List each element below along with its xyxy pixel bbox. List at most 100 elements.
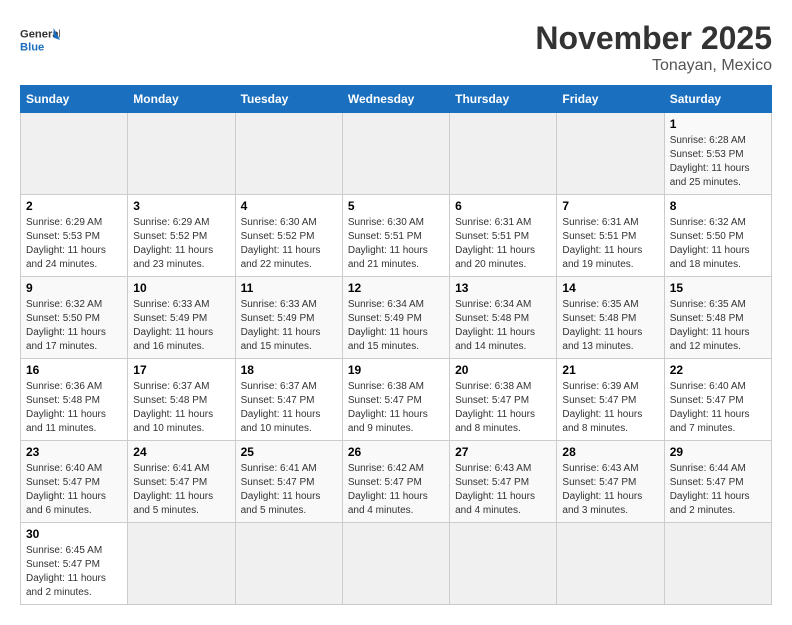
day-info: Sunrise: 6:31 AM Sunset: 5:51 PM Dayligh… bbox=[562, 216, 658, 272]
logo-icon: General Blue bbox=[20, 20, 60, 60]
day-header-friday: Friday bbox=[557, 86, 664, 113]
calendar-cell: 10 Sunrise: 6:33 AM Sunset: 5:49 PM Dayli… bbox=[128, 277, 235, 359]
day-number: 25 bbox=[241, 445, 337, 459]
day-info: Sunrise: 6:34 AM Sunset: 5:49 PM Dayligh… bbox=[348, 298, 444, 354]
day-number: 27 bbox=[455, 445, 551, 459]
day-number: 1 bbox=[670, 117, 766, 131]
month-title: November 2025 bbox=[535, 20, 772, 57]
calendar-week-6: 30 Sunrise: 6:45 AM Sunset: 5:47 PM Dayli… bbox=[21, 523, 772, 605]
calendar-cell: 21 Sunrise: 6:39 AM Sunset: 5:47 PM Dayli… bbox=[557, 359, 664, 441]
day-info: Sunrise: 6:28 AM Sunset: 5:53 PM Dayligh… bbox=[670, 134, 766, 190]
calendar-cell: 8 Sunrise: 6:32 AM Sunset: 5:50 PM Daylig… bbox=[664, 195, 771, 277]
day-number: 12 bbox=[348, 281, 444, 295]
day-header-saturday: Saturday bbox=[664, 86, 771, 113]
calendar-header-row: SundayMondayTuesdayWednesdayThursdayFrid… bbox=[21, 86, 772, 113]
calendar-cell: 15Sunrise: 6:35 AM Sunset: 5:48 PM Dayli… bbox=[664, 277, 771, 359]
day-info: Sunrise: 6:32 AM Sunset: 5:50 PM Dayligh… bbox=[26, 298, 122, 354]
day-header-monday: Monday bbox=[128, 86, 235, 113]
day-header-sunday: Sunday bbox=[21, 86, 128, 113]
calendar-cell bbox=[235, 113, 342, 195]
calendar-week-4: 16 Sunrise: 6:36 AM Sunset: 5:48 PM Dayli… bbox=[21, 359, 772, 441]
day-info: Sunrise: 6:39 AM Sunset: 5:47 PM Dayligh… bbox=[562, 380, 658, 436]
calendar-cell: 18 Sunrise: 6:37 AM Sunset: 5:47 PM Dayli… bbox=[235, 359, 342, 441]
calendar-cell: 12 Sunrise: 6:34 AM Sunset: 5:49 PM Dayli… bbox=[342, 277, 449, 359]
calendar-cell bbox=[235, 523, 342, 605]
day-number: 21 bbox=[562, 363, 658, 377]
day-info: Sunrise: 6:43 AM Sunset: 5:47 PM Dayligh… bbox=[562, 462, 658, 518]
day-number: 3 bbox=[133, 199, 229, 213]
day-header-tuesday: Tuesday bbox=[235, 86, 342, 113]
day-number: 8 bbox=[670, 199, 766, 213]
calendar-cell: 28Sunrise: 6:43 AM Sunset: 5:47 PM Dayli… bbox=[557, 441, 664, 523]
day-info: Sunrise: 6:40 AM Sunset: 5:47 PM Dayligh… bbox=[670, 380, 766, 436]
calendar-week-3: 9Sunrise: 6:32 AM Sunset: 5:50 PM Daylig… bbox=[21, 277, 772, 359]
day-number: 24 bbox=[133, 445, 229, 459]
calendar-cell: 29Sunrise: 6:44 AM Sunset: 5:47 PM Dayli… bbox=[664, 441, 771, 523]
calendar-cell bbox=[557, 113, 664, 195]
calendar-cell: 9Sunrise: 6:32 AM Sunset: 5:50 PM Daylig… bbox=[21, 277, 128, 359]
calendar-cell: 17 Sunrise: 6:37 AM Sunset: 5:48 PM Dayli… bbox=[128, 359, 235, 441]
day-info: Sunrise: 6:35 AM Sunset: 5:48 PM Dayligh… bbox=[562, 298, 658, 354]
day-info: Sunrise: 6:32 AM Sunset: 5:50 PM Dayligh… bbox=[670, 216, 766, 272]
day-number: 10 bbox=[133, 281, 229, 295]
calendar-cell: 20 Sunrise: 6:38 AM Sunset: 5:47 PM Dayli… bbox=[450, 359, 557, 441]
day-info: Sunrise: 6:37 AM Sunset: 5:48 PM Dayligh… bbox=[133, 380, 229, 436]
title-block: November 2025 Tonayan, Mexico bbox=[535, 20, 772, 75]
day-number: 4 bbox=[241, 199, 337, 213]
calendar-week-1: 1 Sunrise: 6:28 AM Sunset: 5:53 PM Daylig… bbox=[21, 113, 772, 195]
calendar-cell bbox=[450, 113, 557, 195]
day-info: Sunrise: 6:33 AM Sunset: 5:49 PM Dayligh… bbox=[133, 298, 229, 354]
calendar-cell bbox=[664, 523, 771, 605]
day-header-thursday: Thursday bbox=[450, 86, 557, 113]
calendar-cell: 11Sunrise: 6:33 AM Sunset: 5:49 PM Dayli… bbox=[235, 277, 342, 359]
day-number: 14 bbox=[562, 281, 658, 295]
day-number: 15 bbox=[670, 281, 766, 295]
day-number: 6 bbox=[455, 199, 551, 213]
page-header: General Blue November 2025 Tonayan, Mexi… bbox=[20, 20, 772, 75]
calendar-cell: 1 Sunrise: 6:28 AM Sunset: 5:53 PM Daylig… bbox=[664, 113, 771, 195]
day-number: 5 bbox=[348, 199, 444, 213]
day-info: Sunrise: 6:33 AM Sunset: 5:49 PM Dayligh… bbox=[241, 298, 337, 354]
day-number: 19 bbox=[348, 363, 444, 377]
day-number: 7 bbox=[562, 199, 658, 213]
day-info: Sunrise: 6:30 AM Sunset: 5:52 PM Dayligh… bbox=[241, 216, 337, 272]
logo: General Blue bbox=[20, 20, 60, 60]
calendar-cell: 24 Sunrise: 6:41 AM Sunset: 5:47 PM Dayli… bbox=[128, 441, 235, 523]
day-info: Sunrise: 6:42 AM Sunset: 5:47 PM Dayligh… bbox=[348, 462, 444, 518]
calendar-cell: 26Sunrise: 6:42 AM Sunset: 5:47 PM Dayli… bbox=[342, 441, 449, 523]
day-number: 13 bbox=[455, 281, 551, 295]
calendar-cell bbox=[342, 523, 449, 605]
svg-text:Blue: Blue bbox=[20, 41, 44, 53]
day-number: 17 bbox=[133, 363, 229, 377]
calendar-cell: 14 Sunrise: 6:35 AM Sunset: 5:48 PM Dayli… bbox=[557, 277, 664, 359]
day-info: Sunrise: 6:41 AM Sunset: 5:47 PM Dayligh… bbox=[241, 462, 337, 518]
calendar-cell: 22Sunrise: 6:40 AM Sunset: 5:47 PM Dayli… bbox=[664, 359, 771, 441]
calendar-cell: 4 Sunrise: 6:30 AM Sunset: 5:52 PM Daylig… bbox=[235, 195, 342, 277]
day-number: 20 bbox=[455, 363, 551, 377]
day-info: Sunrise: 6:37 AM Sunset: 5:47 PM Dayligh… bbox=[241, 380, 337, 436]
calendar-cell: 7 Sunrise: 6:31 AM Sunset: 5:51 PM Daylig… bbox=[557, 195, 664, 277]
calendar-cell: 3Sunrise: 6:29 AM Sunset: 5:52 PM Daylig… bbox=[128, 195, 235, 277]
calendar-cell: 23Sunrise: 6:40 AM Sunset: 5:47 PM Dayli… bbox=[21, 441, 128, 523]
location-title: Tonayan, Mexico bbox=[535, 57, 772, 75]
day-info: Sunrise: 6:30 AM Sunset: 5:51 PM Dayligh… bbox=[348, 216, 444, 272]
day-info: Sunrise: 6:36 AM Sunset: 5:48 PM Dayligh… bbox=[26, 380, 122, 436]
day-number: 16 bbox=[26, 363, 122, 377]
calendar-cell bbox=[21, 113, 128, 195]
day-info: Sunrise: 6:38 AM Sunset: 5:47 PM Dayligh… bbox=[455, 380, 551, 436]
day-number: 29 bbox=[670, 445, 766, 459]
calendar-cell bbox=[557, 523, 664, 605]
day-number: 18 bbox=[241, 363, 337, 377]
day-info: Sunrise: 6:41 AM Sunset: 5:47 PM Dayligh… bbox=[133, 462, 229, 518]
day-info: Sunrise: 6:38 AM Sunset: 5:47 PM Dayligh… bbox=[348, 380, 444, 436]
calendar-cell: 16 Sunrise: 6:36 AM Sunset: 5:48 PM Dayli… bbox=[21, 359, 128, 441]
calendar-week-5: 23Sunrise: 6:40 AM Sunset: 5:47 PM Dayli… bbox=[21, 441, 772, 523]
day-info: Sunrise: 6:45 AM Sunset: 5:47 PM Dayligh… bbox=[26, 544, 122, 600]
calendar-cell bbox=[450, 523, 557, 605]
calendar-cell: 30 Sunrise: 6:45 AM Sunset: 5:47 PM Dayli… bbox=[21, 523, 128, 605]
calendar-cell bbox=[128, 113, 235, 195]
day-number: 30 bbox=[26, 527, 122, 541]
day-info: Sunrise: 6:34 AM Sunset: 5:48 PM Dayligh… bbox=[455, 298, 551, 354]
calendar-table: SundayMondayTuesdayWednesdayThursdayFrid… bbox=[20, 85, 772, 605]
day-header-wednesday: Wednesday bbox=[342, 86, 449, 113]
